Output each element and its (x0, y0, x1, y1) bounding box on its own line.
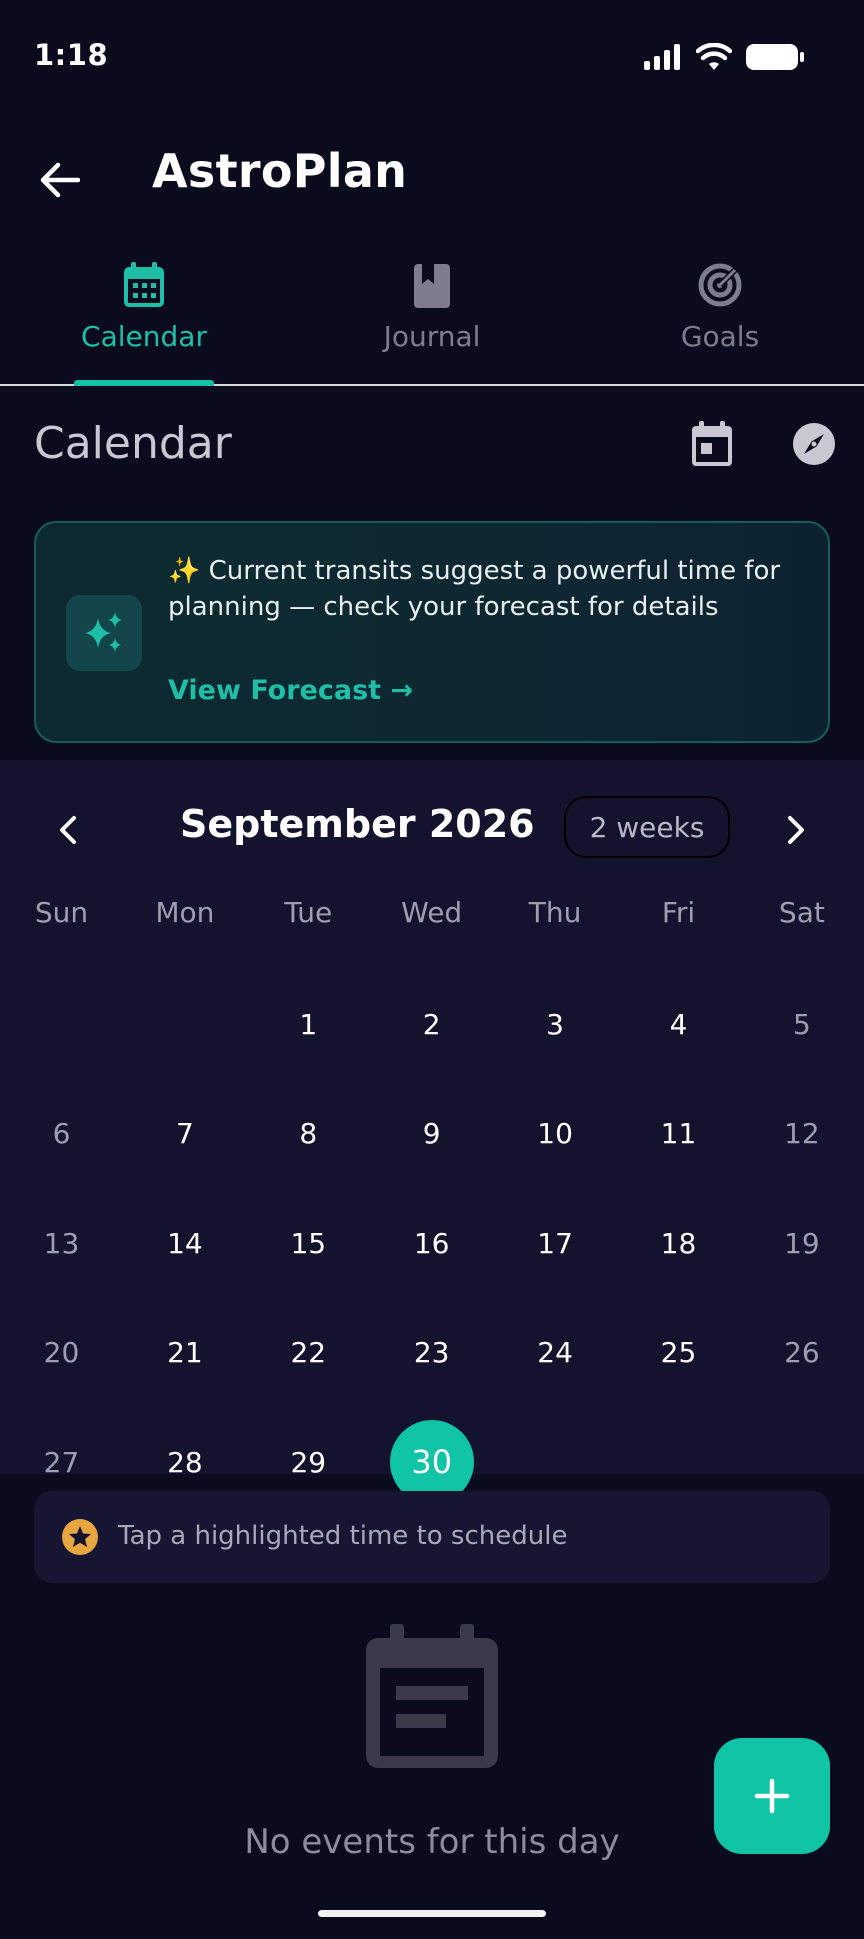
tab-label: Goals (680, 320, 760, 353)
day-cell[interactable]: 8 (266, 1092, 350, 1176)
day-cell[interactable]: 23 (390, 1311, 474, 1395)
day-cell[interactable]: 24 (513, 1311, 597, 1395)
weekday-label: Tue (284, 896, 333, 929)
tab-bar: Calendar Journal Goals (0, 252, 864, 386)
calendar-grid-icon (124, 262, 164, 307)
forecast-insight-card: ✨ Current transits suggest a powerful ti… (34, 521, 830, 743)
sparkles-icon (85, 612, 122, 652)
day-cell[interactable]: 15 (266, 1201, 350, 1285)
schedule-hint: Tap a highlighted time to schedule (34, 1491, 830, 1583)
weekday-label: Sat (778, 896, 825, 929)
status-icons (644, 42, 806, 72)
compass-icon (793, 423, 835, 465)
weekday-header: Sun Mon Tue Wed Thu Fri Sat (0, 896, 864, 936)
tab-label: Calendar (81, 320, 207, 353)
tab-label: Journal (383, 320, 481, 353)
tab-goals[interactable]: Goals (576, 252, 864, 384)
month-navigation: September 2026 (0, 792, 864, 868)
day-cell[interactable]: 11 (637, 1092, 721, 1176)
day-cell[interactable]: 25 (637, 1311, 721, 1395)
tab-calendar[interactable]: Calendar (0, 252, 288, 386)
today-button[interactable] (682, 414, 742, 474)
day-cell[interactable]: 26 (760, 1311, 844, 1395)
day-cell[interactable]: 1 (266, 982, 350, 1066)
tab-indicator (74, 380, 214, 386)
day-cell[interactable]: 5 (760, 982, 844, 1066)
hint-text: Tap a highlighted time to schedule (118, 1521, 568, 1551)
day-cell[interactable]: 9 (390, 1092, 474, 1176)
day-cell[interactable]: 20 (20, 1311, 104, 1395)
view-forecast-link[interactable]: View Forecast → (168, 675, 413, 706)
home-indicator (318, 1910, 546, 1917)
weekday-label: Thu (528, 896, 582, 929)
day-cell[interactable]: 13 (20, 1201, 104, 1285)
day-cell[interactable]: 3 (513, 982, 597, 1066)
status-bar: 1:18 (0, 0, 864, 110)
weekday-label: Wed (401, 896, 463, 929)
day-cell[interactable]: 14 (143, 1201, 227, 1285)
add-event-button[interactable] (714, 1738, 830, 1854)
back-button[interactable] (28, 148, 92, 212)
event-note-icon (366, 1624, 498, 1768)
day-cell[interactable]: 17 (513, 1201, 597, 1285)
book-icon (414, 264, 450, 308)
calendar-today-icon (692, 421, 732, 466)
insight-icon-tile (66, 595, 142, 671)
day-cell[interactable]: 10 (513, 1092, 597, 1176)
page-title: Calendar (34, 418, 232, 469)
month-title: September 2026 (180, 802, 535, 846)
previous-month-button[interactable] (40, 802, 96, 858)
tab-journal[interactable]: Journal (288, 252, 576, 384)
chevron-right-icon (788, 816, 804, 844)
status-time: 1:18 (34, 38, 109, 72)
day-cell[interactable]: 7 (143, 1092, 227, 1176)
day-cell[interactable]: 19 (760, 1201, 844, 1285)
day-cell[interactable]: 2 (390, 982, 474, 1066)
cellular-signal-icon (644, 44, 680, 70)
range-toggle-button[interactable]: 2 weeks (564, 796, 730, 858)
section-header: Calendar (0, 410, 864, 490)
day-cell[interactable]: 12 (760, 1092, 844, 1176)
insight-text: ✨ Current transits suggest a powerful ti… (168, 556, 781, 622)
arrow-back-icon (40, 162, 80, 198)
weekday-label: Sun (34, 896, 89, 929)
star-icon (62, 1519, 98, 1555)
explore-button[interactable] (784, 414, 844, 474)
weekday-label: Fri (661, 896, 696, 929)
wifi-icon (696, 43, 732, 70)
day-cell[interactable]: 21 (143, 1311, 227, 1395)
app-bar: AstroPlan (0, 130, 864, 220)
weekday-label: Mon (155, 896, 215, 929)
day-cell[interactable]: 16 (390, 1201, 474, 1285)
battery-icon (746, 44, 804, 70)
day-cell[interactable]: 4 (637, 982, 721, 1066)
next-month-button[interactable] (768, 802, 824, 858)
target-icon (698, 263, 742, 307)
plus-icon (754, 1778, 790, 1814)
day-cell[interactable]: 6 (20, 1092, 104, 1176)
day-cell[interactable]: 22 (266, 1311, 350, 1395)
chevron-left-icon (60, 816, 76, 844)
calendar-panel: September 2026 2 weeks Sun Mon Tue Wed Thu Fr… (0, 760, 864, 1504)
app-title: AstroPlan (152, 144, 408, 198)
day-cell[interactable]: 18 (637, 1201, 721, 1285)
